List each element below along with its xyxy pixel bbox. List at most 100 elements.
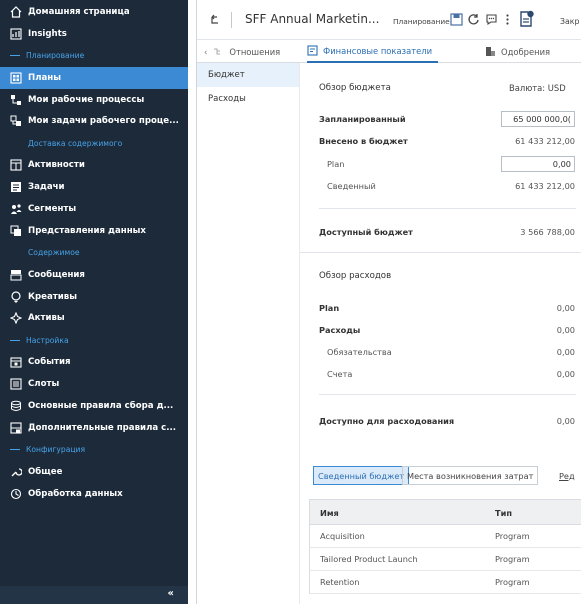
sidebar-item-label: Insights xyxy=(28,28,67,39)
creatives-icon xyxy=(10,290,22,303)
sidebar-item-creatives[interactable]: Креативы xyxy=(0,286,188,308)
financials-content: Обзор бюджета Валюта: USD Запланированны… xyxy=(300,63,581,604)
sidebar-section-header: Настройка xyxy=(0,329,188,351)
segments-icon xyxy=(10,203,22,215)
sidebar-section-label: Конфигурация xyxy=(26,445,86,455)
consolidated-label: Сведенный xyxy=(327,181,376,191)
invoices-value: 0,00 xyxy=(556,369,575,379)
sidebar-item-events[interactable]: События xyxy=(0,351,188,373)
sidebar-item-label: Планы xyxy=(28,72,61,83)
cell-type: Program xyxy=(495,531,530,541)
obligations-row: Обязательства 0,00 xyxy=(319,347,575,361)
sidebar-item-label: Задачи xyxy=(28,182,65,193)
header-divider xyxy=(231,12,232,28)
messages-icon xyxy=(10,269,22,281)
more-options-icon[interactable] xyxy=(501,13,514,26)
planned-budget-input[interactable] xyxy=(501,111,575,127)
tab-financials[interactable]: Финансовые показатели xyxy=(307,40,439,63)
additional-rules-icon xyxy=(10,422,22,434)
tab-relations[interactable]: ‹ Отношения xyxy=(204,40,280,63)
available-budget-value: 3 566 788,00 xyxy=(520,227,575,237)
sidebar-section-label: Настройка xyxy=(26,335,69,345)
notifications-icon[interactable] xyxy=(519,10,535,27)
table-header: Имя Тип xyxy=(309,499,581,525)
sidebar-item-label: Мои рабочие процессы xyxy=(28,94,145,105)
back-icon[interactable] xyxy=(208,14,220,26)
column-header-type[interactable]: Тип xyxy=(495,508,512,518)
plan-budget-input[interactable] xyxy=(501,156,575,172)
general-icon xyxy=(10,466,22,478)
column-header-name[interactable]: Имя xyxy=(320,508,339,518)
section-divider xyxy=(300,252,581,253)
home-icon xyxy=(10,6,22,18)
sidebar-item-assets[interactable]: Активы xyxy=(0,307,188,329)
collapse-sidebar-button[interactable]: « xyxy=(0,586,188,604)
save-icon[interactable] xyxy=(450,13,463,26)
sidebar-nav: Домашняя страница Insights Планирование Пла… xyxy=(0,1,188,504)
invoices-label: Счета xyxy=(327,369,353,379)
budget-overview-title: Обзор бюджета xyxy=(319,83,391,93)
sidebar-section-header: Содержимое xyxy=(0,242,188,264)
sidebar-item-data-views[interactable]: Представления данных xyxy=(0,220,188,242)
currency-select[interactable]: Валюта: USD xyxy=(509,83,566,93)
sidebar-item-home[interactable]: Домашняя страница xyxy=(0,1,188,23)
comments-icon[interactable] xyxy=(485,13,498,26)
sidebar-item-additional-rules[interactable]: Дополнительные правила с... xyxy=(0,417,188,439)
sidebar-item-tasks[interactable]: Задачи xyxy=(0,176,188,198)
workflows-icon xyxy=(10,94,22,106)
sidebar-item-data-processing[interactable]: Обработка данных xyxy=(0,483,188,505)
sidebar-item-label: Сообщения xyxy=(28,269,85,280)
sidebar-item-label: Домашняя страница xyxy=(28,6,130,17)
sidebar-item-general[interactable]: Общее xyxy=(0,461,188,483)
cell-name: Retention xyxy=(320,577,360,587)
table-row[interactable]: Retention Program xyxy=(309,571,581,594)
sidebar-item-activities[interactable]: Активности xyxy=(0,154,188,176)
obligations-value: 0,00 xyxy=(556,347,575,357)
insights-icon xyxy=(10,28,22,40)
table-row[interactable]: Acquisition Program xyxy=(309,525,581,548)
available-budget-label: Доступный бюджет xyxy=(319,227,413,237)
sidebar-item-label: Дополнительные правила с... xyxy=(28,422,177,433)
sidebar-item-label: Представления данных xyxy=(28,225,146,236)
obligations-label: Обязательства xyxy=(327,347,392,357)
plan-label: Plan xyxy=(327,159,345,169)
tab-label: Отношения xyxy=(229,46,281,57)
cell-type: Program xyxy=(495,554,530,564)
table-row[interactable]: Tailored Product Launch Program xyxy=(309,548,581,571)
expense-overview-title: Обзор расходов xyxy=(319,271,392,281)
sidebar-item-workflow-tasks[interactable]: Мои задачи рабочего проце... xyxy=(0,110,188,132)
sidebar-item-slots[interactable]: Слоты xyxy=(0,373,188,395)
edit-link[interactable]: Ред xyxy=(559,466,575,485)
tab-approvals[interactable]: Одобрения xyxy=(485,40,550,63)
sidebar-item-label: Слоты xyxy=(28,379,60,390)
sidebar-item-label: Мои задачи рабочего проце... xyxy=(28,116,179,127)
budgeted-label: Внесено в бюджет xyxy=(319,136,408,146)
subnav-budget[interactable]: Бюджет xyxy=(197,63,299,87)
sidebar-item-label: Общее xyxy=(28,466,63,477)
expense-plan-label: Plan xyxy=(319,303,340,313)
sidebar-item-label: Сегменты xyxy=(28,203,77,214)
sidebar-item-insights[interactable]: Insights xyxy=(0,23,188,45)
cost-centers-toggle[interactable]: Места возникновения затрат xyxy=(402,466,539,485)
data-processing-icon xyxy=(10,488,22,500)
invoices-row: Счета 0,00 xyxy=(319,369,575,383)
object-title: SFF Annual Marketin... xyxy=(245,12,380,26)
close-button[interactable]: Закр xyxy=(560,17,579,26)
sidebar-item-workflows[interactable]: Мои рабочие процессы xyxy=(0,89,188,111)
consolidated-budget-toggle[interactable]: Сведенный бюджет xyxy=(313,466,410,485)
available-to-spend-row: Доступно для расходования 0,00 xyxy=(319,416,575,430)
sidebar-item-basic-rules[interactable]: Основные правила сбора д... xyxy=(0,395,188,417)
tab-label: Одобрения xyxy=(501,46,551,57)
basic-rules-icon xyxy=(10,400,22,412)
events-icon xyxy=(10,356,22,368)
cell-name: Acquisition xyxy=(320,531,365,541)
tab-label: Финансовые показатели xyxy=(323,45,433,56)
refresh-icon[interactable] xyxy=(467,13,480,26)
sidebar-section-label: Планирование xyxy=(26,51,85,61)
sidebar-item-messages[interactable]: Сообщения xyxy=(0,264,188,286)
sidebar-section-label: Доставка содержимого xyxy=(28,138,123,148)
sidebar-item-segments[interactable]: Сегменты xyxy=(0,198,188,220)
relations-icon xyxy=(214,48,221,55)
sidebar-item-plans[interactable]: Планы xyxy=(0,66,188,89)
subnav-expenses[interactable]: Расходы xyxy=(197,87,299,111)
